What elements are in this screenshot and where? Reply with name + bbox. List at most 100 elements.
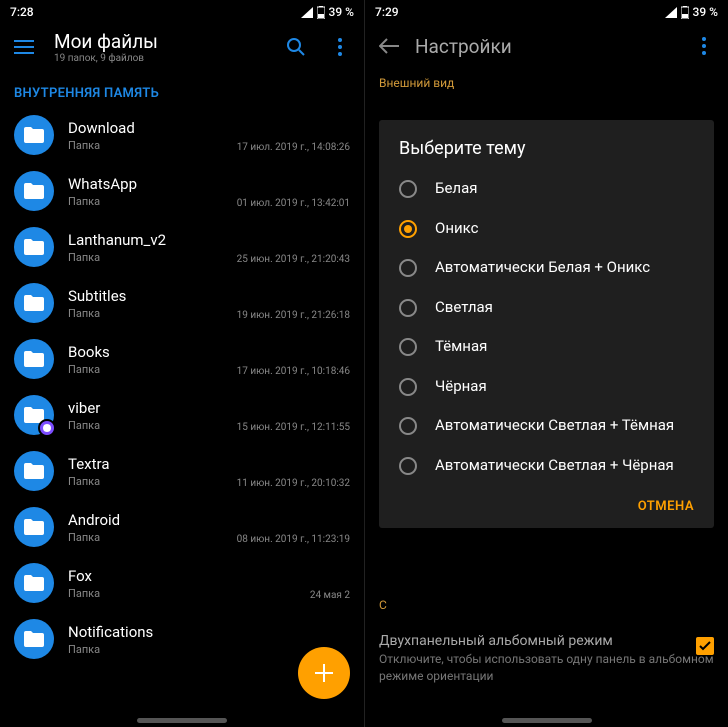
title-area: Мои файлы 19 папок, 9 файлов xyxy=(54,30,266,64)
option-label: Оникс xyxy=(435,219,478,239)
list-item[interactable]: SubtitlesПапка 19 июн. 2019 г., 21:26:18 xyxy=(0,275,364,331)
file-date: 11 июн. 2019 г., 20:10:32 xyxy=(237,478,350,489)
section-appearance: Внешний вид xyxy=(365,68,728,90)
file-name: viber xyxy=(68,399,223,417)
cancel-button[interactable]: ОТМЕНА xyxy=(638,499,694,514)
hamburger-icon[interactable] xyxy=(10,33,38,61)
file-list: Download Папка 17 июл. 2019 г., 14:08:26 Wh… xyxy=(0,107,364,727)
status-bar: 7:28 39 % xyxy=(0,0,364,22)
nav-pill[interactable] xyxy=(137,718,227,723)
app-bar: Мои файлы 19 папок, 9 файлов xyxy=(0,22,364,68)
radio-icon xyxy=(399,457,417,475)
page-title: Мои файлы xyxy=(54,30,266,53)
option-label: Автоматически Светлая + Тёмная xyxy=(435,416,674,436)
list-item[interactable]: viber Папка 15 июн. 2019 г., 12:11:55 xyxy=(0,387,364,443)
setting-desc: Отключите, чтобы использовать одну панел… xyxy=(379,651,714,685)
back-icon[interactable] xyxy=(375,32,403,60)
file-date: 01 июл. 2019 г., 13:42:01 xyxy=(237,198,350,209)
file-type: Папка xyxy=(68,307,223,320)
file-type: Папка xyxy=(68,419,223,432)
folder-icon xyxy=(14,115,54,155)
theme-option[interactable]: Оникс xyxy=(379,209,714,249)
file-info: Notifications Папка xyxy=(68,623,336,656)
status-right: 39 % xyxy=(665,5,718,19)
radio-icon xyxy=(399,378,417,396)
more-icon[interactable] xyxy=(326,33,354,61)
app-bar: Настройки xyxy=(365,22,728,68)
theme-option[interactable]: Чёрная xyxy=(379,367,714,407)
file-info: Lanthanum_v2Папка xyxy=(68,231,223,264)
page-subtitle: 19 папок, 9 файлов xyxy=(54,53,266,64)
option-label: Автоматически Светлая + Чёрная xyxy=(435,456,674,476)
file-date: 25 июн. 2019 г., 21:20:43 xyxy=(237,254,350,265)
radio-icon xyxy=(399,180,417,198)
dialog-actions: ОТМЕНА xyxy=(379,485,714,518)
list-item[interactable]: Download Папка 17 июл. 2019 г., 14:08:26 xyxy=(0,107,364,163)
file-name: Fox xyxy=(68,567,296,585)
battery-percent: 39 % xyxy=(329,5,354,19)
file-info: viber Папка xyxy=(68,399,223,432)
fab-add[interactable] xyxy=(298,647,350,699)
signal-icon xyxy=(665,7,677,18)
file-date: 19 июн. 2019 г., 21:26:18 xyxy=(237,310,350,321)
signal-icon xyxy=(301,7,313,18)
radio-icon xyxy=(399,338,417,356)
setting-title: Двухпанельный альбомный режим xyxy=(379,633,714,649)
folder-icon xyxy=(14,339,54,379)
file-info: Fox Папка xyxy=(68,567,296,600)
radio-icon xyxy=(399,259,417,277)
list-item[interactable]: TextraПапка 11 июн. 2019 г., 20:10:32 xyxy=(0,443,364,499)
checkbox-checked[interactable] xyxy=(696,637,714,655)
file-type: Папка xyxy=(68,531,223,544)
battery-percent: 39 % xyxy=(693,5,718,19)
tab-internal-storage[interactable]: ВНУТРЕННЯЯ ПАМЯТЬ xyxy=(14,86,159,101)
file-name: Download xyxy=(68,119,223,137)
radio-icon xyxy=(399,417,417,435)
file-date: 17 июн. 2019 г., 10:18:46 xyxy=(237,366,350,377)
theme-option[interactable]: Тёмная xyxy=(379,327,714,367)
file-type: Папка xyxy=(68,139,223,152)
folder-icon xyxy=(14,227,54,267)
file-name: Notifications xyxy=(68,623,336,641)
battery-icon xyxy=(317,6,325,19)
list-item[interactable]: AndroidПапка08 июн. 2019 г., 11:23:19 xyxy=(0,499,364,555)
theme-option[interactable]: Белая xyxy=(379,169,714,209)
more-icon[interactable] xyxy=(690,32,718,60)
theme-dialog: Выберите тему БелаяОниксАвтоматически Бе… xyxy=(379,120,714,528)
setting-dual-pane[interactable]: Двухпанельный альбомный режим Отключите,… xyxy=(365,623,728,695)
file-info: WhatsApp Папка xyxy=(68,175,223,208)
file-type: Папка xyxy=(68,251,223,264)
option-label: Автоматически Белая + Оникс xyxy=(435,258,650,278)
theme-option[interactable]: Автоматически Белая + Оникс xyxy=(379,248,714,288)
list-item[interactable]: WhatsApp Папка 01 июл. 2019 г., 13:42:01 xyxy=(0,163,364,219)
status-right: 39 % xyxy=(301,5,354,19)
list-item[interactable]: Lanthanum_v2Папка 25 июн. 2019 г., 21:20:… xyxy=(0,219,364,275)
file-type: Папка xyxy=(68,643,336,656)
file-date: 17 июл. 2019 г., 14:08:26 xyxy=(237,142,350,153)
folder-icon xyxy=(14,171,54,211)
file-name: Books xyxy=(68,343,223,361)
viber-badge-icon xyxy=(38,419,56,437)
folder-icon xyxy=(14,563,54,603)
folder-icon xyxy=(14,395,54,435)
theme-option[interactable]: Автоматически Светлая + Тёмная xyxy=(379,406,714,446)
file-info: AndroidПапка xyxy=(68,511,223,544)
folder-icon xyxy=(14,451,54,491)
file-info: TextraПапка xyxy=(68,455,223,488)
theme-option[interactable]: Светлая xyxy=(379,288,714,328)
bg-hint: С xyxy=(379,598,387,612)
file-type: Папка xyxy=(68,587,296,600)
file-type: Папка xyxy=(68,195,223,208)
file-info: SubtitlesПапка xyxy=(68,287,223,320)
page-title: Настройки xyxy=(415,35,678,58)
list-item[interactable]: BooksПапка17 июн. 2019 г., 10:18:46 xyxy=(0,331,364,387)
nav-pill[interactable] xyxy=(502,718,592,723)
folder-icon xyxy=(14,507,54,547)
theme-option[interactable]: Автоматически Светлая + Чёрная xyxy=(379,446,714,486)
file-info: Download Папка xyxy=(68,119,223,152)
list-item[interactable]: FoxПапка24 мая 2 xyxy=(0,555,364,611)
clock: 7:28 xyxy=(10,5,34,19)
file-name: WhatsApp xyxy=(68,175,223,193)
search-icon[interactable] xyxy=(282,33,310,61)
file-date: 15 июн. 2019 г., 12:11:55 xyxy=(237,422,350,433)
